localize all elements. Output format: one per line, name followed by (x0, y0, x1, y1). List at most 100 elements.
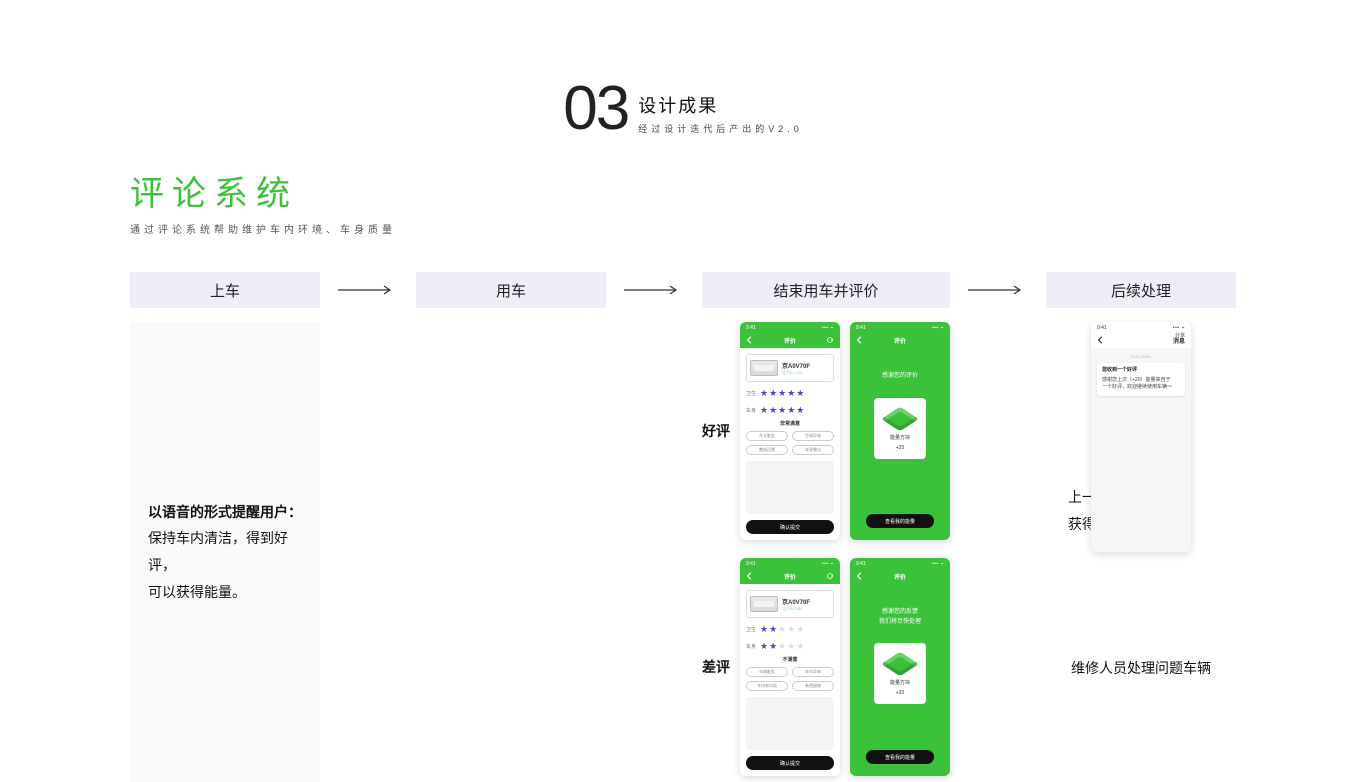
back-icon[interactable] (746, 336, 754, 344)
phone-header: 评价 (740, 332, 840, 348)
phone-reward-bad: 9:41 ••• ⌁ 评价 感谢您的反馈 (850, 558, 950, 776)
car-image (750, 596, 778, 612)
phone-header: 消息 分享 (1091, 332, 1191, 348)
submit-button[interactable]: 确认提交 (746, 520, 834, 534)
car-model: 北汽EC180 (782, 606, 810, 612)
car-plate: 京A0V70F (782, 597, 810, 606)
status-bar: 9:41 ••• ⌁ (1091, 322, 1191, 332)
phone-rating-bad: 9:41 ••• ⌁ 评价 (740, 558, 840, 776)
msg-title: 您收到一个好评 (1102, 367, 1180, 375)
message-bubble[interactable]: 您收到一个好评 感谢您上次（+20）能量来自于 一个好评，欢迎继续使用车辆～ (1097, 363, 1185, 396)
back-icon[interactable] (1097, 336, 1105, 344)
tag[interactable]: 空调异味 (792, 431, 834, 441)
section-subtitle: 通过评论系统帮助维护车内环境、车身质量 (130, 221, 1236, 236)
energy-name: 能量方块 (890, 434, 910, 441)
satisfaction-label: 非常满意 (746, 420, 834, 427)
flow-step-3: 结束用车并评价 (702, 272, 950, 308)
page-header: 03 设计成果 经过设计迭代后产出的V2.0 (130, 78, 1236, 140)
phone-header-title: 评价 (894, 336, 906, 345)
back-icon[interactable] (856, 336, 864, 344)
good-label: 好评 (702, 421, 730, 441)
phone-reward-good: 9:41 ••• ⌁ 评价 感谢您的评价 (850, 322, 950, 540)
phone-header-title: 评价 (784, 336, 796, 345)
content-row: 以语音的形式提醒用户： 保持车内清洁，得到好评， 可以获得能量。 好评 9:41… (130, 322, 1236, 782)
phone-header-title: 评价 (784, 572, 796, 581)
column-rating: 好评 9:41 ••• ⌁ 评价 (702, 322, 950, 782)
back-icon[interactable] (746, 572, 754, 580)
comment-textarea[interactable] (746, 697, 834, 750)
flow-row: 上车 用车 结束用车并评价 后续处理 (130, 272, 1236, 308)
energy-card: 能量方块 +20 (874, 643, 926, 704)
flow-step-4: 后续处理 (1046, 272, 1236, 308)
tag[interactable]: 有遗留物 (792, 681, 834, 691)
back-icon[interactable] (856, 572, 864, 580)
refresh-icon[interactable] (826, 572, 834, 580)
status-bar: 9:41 ••• ⌁ (740, 558, 840, 568)
tag[interactable]: 车身整洁 (792, 445, 834, 455)
arrow-icon (606, 285, 702, 295)
energy-value: +20 (896, 690, 904, 696)
phone-rating-good: 9:41 ••• ⌁ 评价 (740, 322, 840, 540)
status-bar: 9:41 ••• ⌁ (850, 322, 950, 332)
stars-2: ★★★★★ (760, 624, 805, 635)
msg-line: 感谢您上次（+20）能量来自于 (1102, 377, 1180, 385)
flow-step-1: 上车 (130, 272, 320, 308)
section-title: 评论系统 (130, 166, 1236, 215)
rating-bad-row: 差评 9:41 ••• ⌁ 评价 (702, 558, 950, 776)
status-bar: 9:41 ••• ⌁ (850, 558, 950, 568)
phone-header: 评价 (850, 568, 950, 584)
stars-5: ★★★★★ (760, 405, 805, 416)
signal-icon: ••• ⌁ (1173, 325, 1185, 331)
tag[interactable]: 车辆脏乱 (746, 667, 788, 677)
msg-line: 一个好评，欢迎继续使用车辆～ (1102, 384, 1180, 392)
cube-icon (881, 652, 919, 676)
phone-header: 评价 (850, 332, 950, 348)
flow-step-2: 用车 (416, 272, 606, 308)
rating-body[interactable]: 车身 ★★★★★ (746, 641, 834, 652)
tag[interactable]: 车内异味 (792, 667, 834, 677)
status-bar: 9:41 ••• ⌁ (740, 322, 840, 332)
energy-value: +20 (896, 445, 904, 451)
view-energy-button[interactable]: 查看我的能量 (866, 750, 934, 764)
energy-name: 能量方块 (890, 679, 910, 686)
satisfaction-label: 不满意 (746, 656, 834, 663)
refresh-icon[interactable] (826, 336, 834, 344)
column-followup: 9:41 ••• ⌁ 消息 分享 9-12 15:53 您收到一个好评 (1046, 322, 1236, 782)
column-boarding: 以语音的形式提醒用户： 保持车内清洁，得到好评， 可以获得能量。 (130, 322, 320, 782)
view-energy-button[interactable]: 查看我的能量 (866, 514, 934, 528)
tag[interactable]: 整体还需 (746, 445, 788, 455)
cube-icon (881, 406, 919, 430)
header-subtitle: 经过设计迭代后产出的V2.0 (638, 122, 803, 135)
column-using (416, 322, 606, 782)
signal-icon: ••• ⌁ (822, 561, 834, 567)
header-title: 设计成果 (638, 92, 803, 118)
thank-text: 感谢您的反馈 我们将尽快处理 (856, 608, 944, 627)
signal-icon: ••• ⌁ (932, 561, 944, 567)
rating-hygiene[interactable]: 卫生 ★★★★★ (746, 624, 834, 635)
rating-good-row: 好评 9:41 ••• ⌁ 评价 (702, 322, 950, 540)
car-image (750, 360, 778, 376)
tag[interactable]: 车内有垃圾 (746, 681, 788, 691)
energy-card: 能量方块 +20 (874, 398, 926, 459)
remind-line: 保持车内清洁，得到好评， (148, 525, 302, 578)
phone-message: 9:41 ••• ⌁ 消息 分享 9-12 15:53 您收到一个好评 (1091, 322, 1191, 552)
submit-button[interactable]: 确认提交 (746, 756, 834, 770)
followup-bad-text: 维修人员处理问题车辆 (1046, 655, 1236, 682)
tab-share[interactable]: 分享 (1175, 332, 1185, 339)
rating-body[interactable]: 车身 ★★★★★ (746, 405, 834, 416)
comment-textarea[interactable] (746, 461, 834, 514)
arrow-icon (320, 285, 416, 295)
tag[interactable]: 车太脏乱 (746, 431, 788, 441)
signal-icon: ••• ⌁ (822, 325, 834, 331)
car-plate: 京A0V70F (782, 361, 810, 370)
arrow-icon (950, 285, 1046, 295)
car-model: 北汽EC180 (782, 370, 810, 376)
car-card: 京A0V70F 北汽EC180 (746, 590, 834, 618)
signal-icon: ••• ⌁ (932, 325, 944, 331)
stars-2: ★★★★★ (760, 641, 805, 652)
phone-header: 评价 (740, 568, 840, 584)
rating-hygiene[interactable]: 卫生 ★★★★★ (746, 388, 834, 399)
remind-heading: 以语音的形式提醒用户： (148, 499, 302, 526)
car-card: 京A0V70F 北汽EC180 (746, 354, 834, 382)
thank-text: 感谢您的评价 (856, 372, 944, 382)
